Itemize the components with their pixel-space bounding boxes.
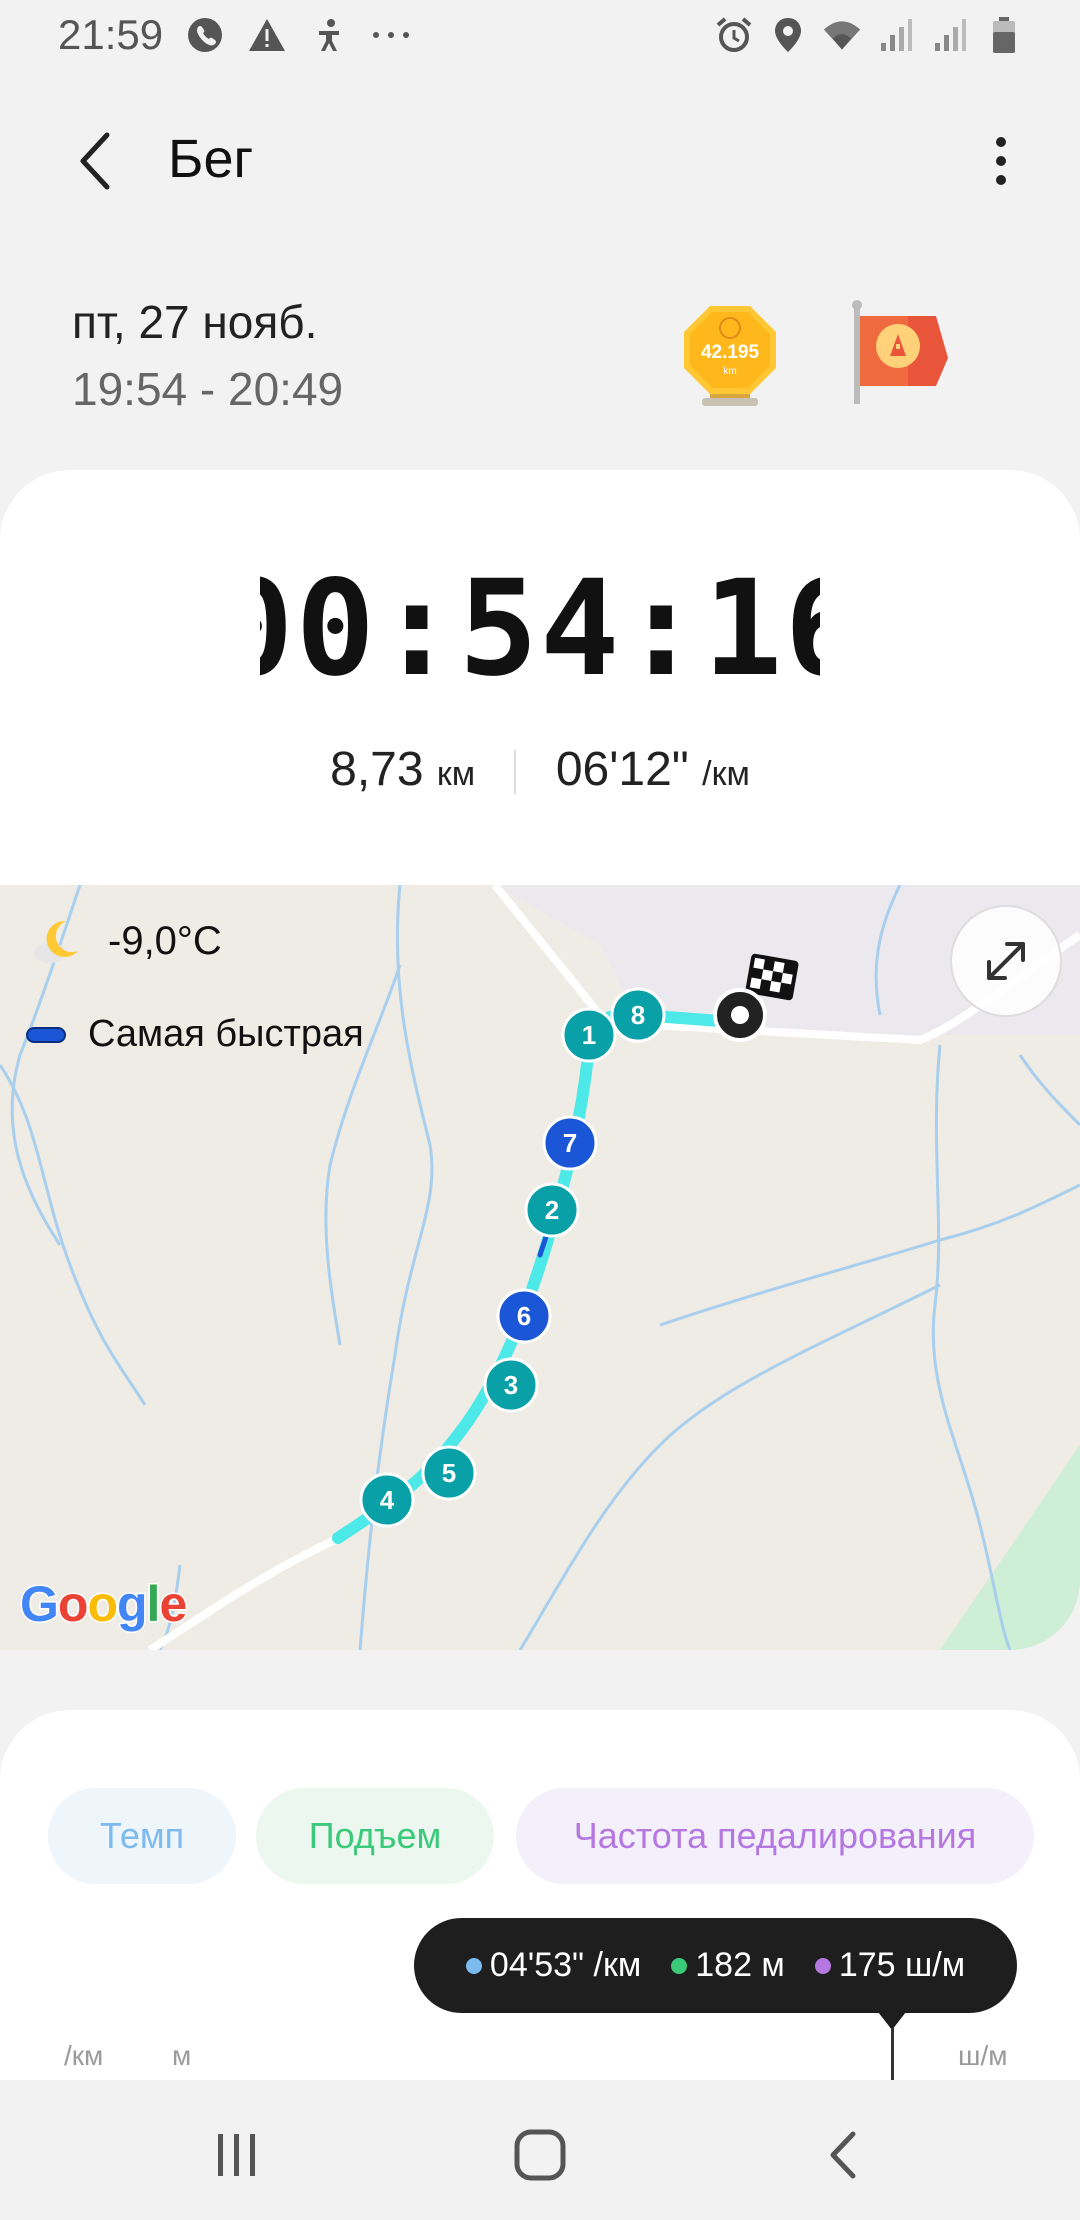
km-marker-label: 7 [563,1128,577,1158]
status-time: 21:59 [58,11,164,58]
km-marker-label: 2 [545,1195,559,1225]
pace-unit: /км [702,755,750,793]
temperature-value: -9,0°C [108,918,222,963]
chart-card: Темп Подъем Частота педалирования 04'53"… [0,1710,1080,2080]
svg-text:Google: Google [20,1576,186,1632]
status-bar: 21:59 [0,0,1080,70]
km-marker-label: 5 [442,1458,456,1488]
tab-pace[interactable]: Темп [48,1788,236,1884]
route-markers: 1 2 3 4 5 6 7 8 [359,987,666,1528]
workout-date: пт, 27 нояб. [72,296,318,348]
axis-label-pace: /км [64,2040,104,2071]
more-options-button[interactable] [966,126,1036,196]
system-back-icon [830,2131,856,2179]
fastest-legend: Самая быстрая [26,1013,364,1056]
battery-icon [984,15,1024,55]
workout-stats: 8,73 км 06'12" /км [0,742,1080,797]
fastest-swatch [26,1026,66,1043]
elevation-dot [671,1957,688,1974]
chart-cursor-line[interactable] [891,2028,894,2080]
google-logo-icon: Google [19,1575,189,1634]
km-marker-4[interactable]: 4 [359,1472,415,1528]
axis-label-cadence: ш/м [958,2040,1008,2071]
more-notifications-icon [371,15,411,55]
location-icon [768,15,808,55]
signal-icon [876,15,916,55]
km-marker-5[interactable]: 5 [421,1445,477,1501]
marathon-badge[interactable]: 42.195 km [680,300,780,410]
flag-badge-icon [852,300,948,404]
tooltip-elevation: 182 м [671,1946,785,1985]
duration-value: 00:54:16 [260,570,820,690]
route-map[interactable]: 1 2 3 4 5 6 7 8 -9,0°C Самая быстрая Goo… [0,885,1080,1650]
tooltip-pace: 04'53" /км [465,1946,642,1985]
fastest-legend-label: Самая быстрая [88,1013,364,1055]
expand-icon [987,942,1025,980]
km-marker-6-fastest[interactable]: 6 [496,1288,552,1344]
tab-elevation[interactable]: Подъем [256,1788,494,1884]
night-weather-icon [34,920,78,963]
home-icon [514,2129,566,2181]
page-title: Бег [168,129,254,189]
home-button[interactable] [495,2110,585,2200]
marathon-badge-icon: 42.195 km [684,306,776,406]
km-marker-1[interactable]: 1 [561,1007,617,1063]
km-marker-label: 8 [631,1000,645,1030]
km-marker-2[interactable]: 2 [524,1182,580,1238]
tooltip-cadence-value: 175 ш/м [838,1946,966,1984]
warning-icon [247,15,287,55]
recent-apps-button[interactable] [192,2110,282,2200]
distance-value: 8,73 [330,743,424,796]
chart-tooltip: 04'53" /км 182 м 175 ш/м [414,1918,1017,2013]
cadence-dot [814,1957,831,1974]
weather-info: -9,0°C [30,913,222,969]
km-marker-8[interactable]: 8 [610,987,666,1043]
km-marker-7-fastest[interactable]: 7 [542,1115,598,1171]
km-marker-label: 4 [380,1485,395,1515]
pace-value: 06'12" [555,743,689,796]
marathon-badge-unit: km [723,366,736,377]
expand-map-button[interactable] [950,905,1062,1017]
workout-duration: 00:54:16 [0,552,1080,706]
signal-icon [930,15,970,55]
google-attribution: Google [19,1575,190,1647]
back-arrow-icon [80,132,110,190]
tooltip-pace-value: 04'53" /км [489,1946,642,1984]
workout-time-range: 19:54 - 20:49 [72,363,344,415]
alarm-icon [714,15,754,55]
recent-apps-icon [218,2134,255,2176]
km-marker-label: 3 [504,1370,518,1400]
accessibility-icon [309,15,349,55]
km-marker-label: 6 [517,1301,531,1331]
stats-divider [514,750,517,795]
marathon-badge-value: 42.195 [701,342,760,363]
pace-dot [465,1957,482,1974]
app-header: Бег [0,110,1080,210]
tab-cadence[interactable]: Частота педалирования [516,1788,1034,1884]
km-marker-label: 1 [582,1020,596,1050]
flag-badge[interactable] [848,300,958,410]
wifi-icon [822,15,862,55]
more-vertical-icon [996,137,1006,185]
km-marker-3[interactable]: 3 [483,1357,539,1413]
tooltip-elevation-value: 182 м [695,1946,785,1984]
system-nav-bar [0,2080,1080,2220]
phone-icon [185,15,225,55]
summary-card: 00:54:16 8,73 км 06'12" /км [0,470,1080,890]
tooltip-cadence: 175 ш/м [814,1946,966,1985]
system-back-button[interactable] [798,2110,888,2200]
axis-label-elevation: м [172,2040,192,2071]
distance-unit: км [436,755,476,793]
back-button[interactable] [60,126,130,196]
duration-display: 00:54:16 [214,552,864,706]
